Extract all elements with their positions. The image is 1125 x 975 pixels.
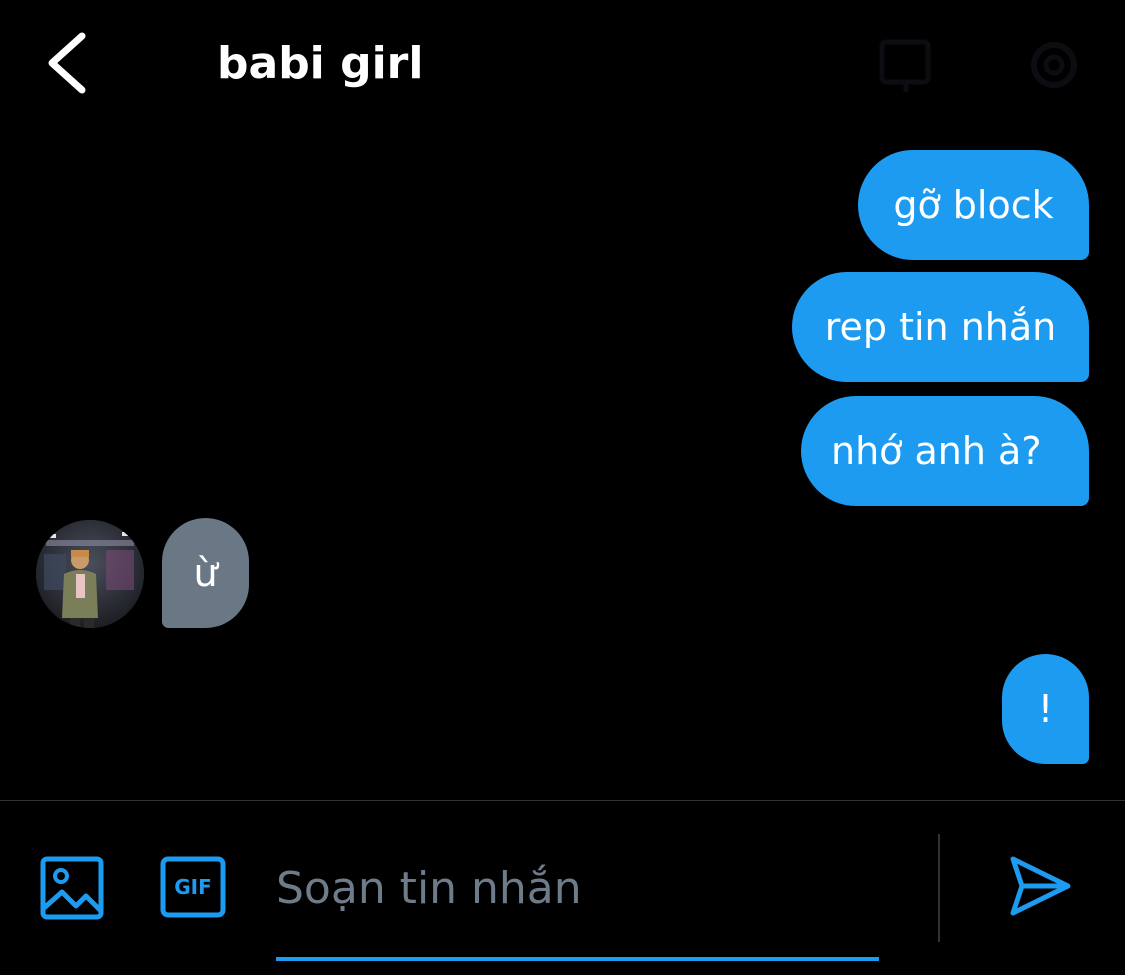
conversation-title: babi girl xyxy=(217,38,424,89)
message-bubble-sent[interactable]: ! xyxy=(1002,654,1089,764)
send-icon xyxy=(1010,856,1071,916)
composer-divider xyxy=(0,800,1125,801)
add-image-button[interactable] xyxy=(40,856,104,920)
composer-separator xyxy=(938,834,940,942)
gif-label: GIF xyxy=(174,875,212,899)
image-icon xyxy=(40,856,104,920)
dm-conversation-screen: babi girl gỡ block rep tin nhắn nhớ anh … xyxy=(0,0,1125,975)
message-bubble-sent[interactable]: rep tin nhắn xyxy=(792,272,1089,382)
conversation-info-button[interactable] xyxy=(876,36,940,94)
send-button[interactable] xyxy=(1008,854,1072,918)
avatar[interactable] xyxy=(36,520,144,628)
message-compose-input[interactable] xyxy=(276,838,878,938)
profile-photo xyxy=(36,520,144,628)
message-bubble-sent[interactable]: gỡ block xyxy=(858,150,1089,260)
gear-icon xyxy=(1031,42,1077,88)
conversation-settings-button[interactable] xyxy=(1022,36,1086,94)
chevron-left-icon xyxy=(48,32,86,94)
message-bubble-received[interactable]: ừ xyxy=(162,518,249,628)
back-button[interactable] xyxy=(38,30,98,96)
info-icon xyxy=(879,39,931,92)
message-bubble-sent[interactable]: nhớ anh à? xyxy=(801,396,1089,506)
compose-input-underline xyxy=(276,957,879,961)
add-gif-button[interactable]: GIF xyxy=(160,856,226,918)
conversation-header: babi girl xyxy=(0,0,1125,130)
